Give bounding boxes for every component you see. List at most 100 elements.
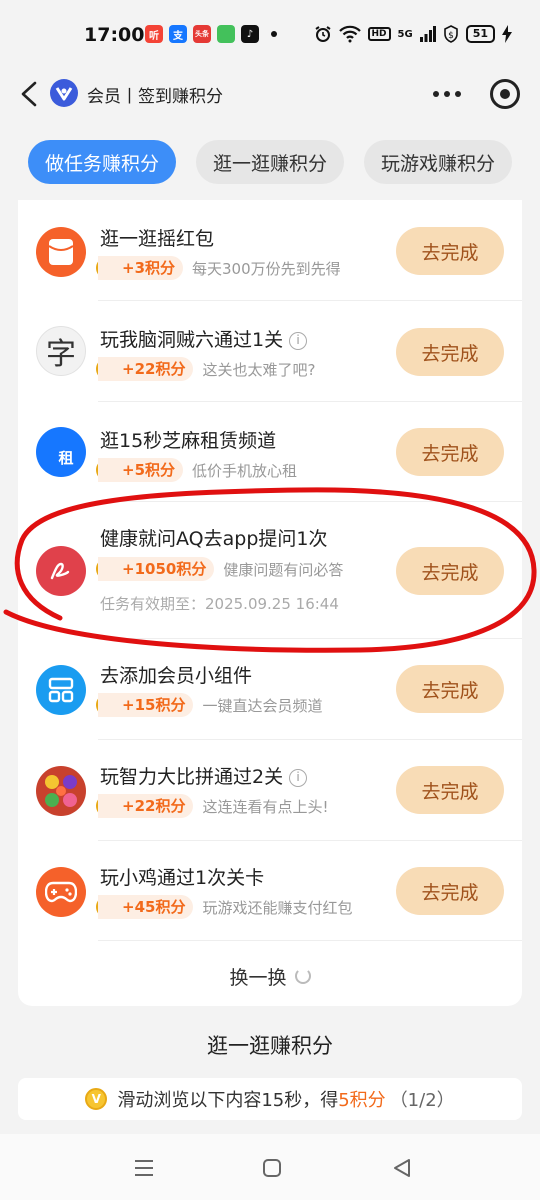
network-type: 5G xyxy=(397,28,413,40)
word-puzzle-icon: 字 xyxy=(36,326,86,376)
back-triangle-icon xyxy=(394,1159,410,1177)
task-tabs: 做任务赚积分 逛一逛赚积分 玩游戏赚积分 xyxy=(0,140,540,186)
task-reward: V +5积分 低价手机放心租 xyxy=(96,458,297,482)
task-desc: 每天300万份先到先得 xyxy=(192,259,341,278)
refresh-button[interactable]: 换一换 xyxy=(18,956,522,996)
more-dot xyxy=(433,91,439,97)
shield-icon: $ xyxy=(443,25,458,43)
task-points: +3积分 xyxy=(98,256,184,280)
complete-button[interactable]: 去完成 xyxy=(396,665,504,713)
task-desc: 玩游戏还能赚支付红包 xyxy=(202,898,353,917)
charging-icon xyxy=(502,25,512,43)
app-icon-red: 听 xyxy=(145,25,163,43)
refresh-icon xyxy=(294,968,311,984)
battery-level: 51 xyxy=(465,25,495,43)
task-points: +22积分 xyxy=(98,794,194,818)
task-reward: V +45积分 玩游戏还能赚支付红包 xyxy=(96,895,352,919)
task-reward: V +3积分 每天300万份先到先得 xyxy=(96,256,341,280)
widget-icon xyxy=(36,665,86,715)
browse-prefix: 滑动浏览以下内容15秒，得 xyxy=(117,1090,339,1111)
task-title: 健康就问AQ去app提问1次 xyxy=(100,528,328,550)
alarm-icon xyxy=(314,26,331,42)
back-button[interactable] xyxy=(16,80,44,108)
browse-task-bar[interactable]: V 滑动浏览以下内容15秒，得 5积分 （1/2） xyxy=(18,1078,522,1120)
task-desc: 这连连看有点上头! xyxy=(202,797,329,816)
browse-points: 5积分 xyxy=(338,1090,386,1111)
info-icon[interactable]: i xyxy=(289,332,308,350)
task-row: 租 逛15秒芝麻租赁频道 V +5积分 低价手机放心租 去完成 xyxy=(18,402,522,502)
task-title: 玩我脑洞贼六通过1关 i xyxy=(100,325,308,352)
status-bar: 17:00 听 支 头条 ♪ HD 5G $ 51 xyxy=(0,0,540,70)
task-points: +15积分 xyxy=(98,693,194,717)
task-reward: V +22积分 这关也太难了吧? xyxy=(96,357,315,381)
complete-button[interactable]: 去完成 xyxy=(396,227,504,275)
menu-icon xyxy=(135,1160,153,1176)
task-points: +1050积分 xyxy=(98,557,215,581)
chevron-left-icon xyxy=(21,81,37,107)
task-points: +22积分 xyxy=(98,357,194,381)
health-aq-icon xyxy=(36,546,86,596)
complete-button[interactable]: 去完成 xyxy=(396,766,504,814)
info-icon[interactable]: i xyxy=(289,769,308,787)
close-miniapp-button[interactable] xyxy=(490,79,520,109)
status-right: HD 5G $ 51 xyxy=(314,25,512,43)
more-notifications-dot xyxy=(271,31,277,37)
task-reward: V +22积分 这连连看有点上头! xyxy=(96,794,328,818)
task-title: 逛一逛摇红包 xyxy=(100,228,215,250)
complete-button[interactable]: 去完成 xyxy=(396,328,504,376)
alipay-icon: 支 xyxy=(169,25,187,43)
task-row: 逛一逛摇红包 V +3积分 每天300万份先到先得 去完成 xyxy=(18,200,522,301)
tab-tasks[interactable]: 做任务赚积分 xyxy=(28,140,176,184)
red-envelope-icon xyxy=(36,227,86,277)
page-title: 会员丨签到赚积分 xyxy=(87,87,223,107)
more-dot xyxy=(455,91,461,97)
task-list-card: 逛一逛摇红包 V +3积分 每天300万份先到先得 去完成 字 玩我脑洞贼六通过… xyxy=(18,200,522,1006)
task-row: 字 玩我脑洞贼六通过1关i V +22积分 这关也太难了吧? 去完成 xyxy=(18,301,522,402)
tab-games[interactable]: 玩游戏赚积分 xyxy=(364,140,512,184)
task-row: 玩智力大比拼通过2关i V +22积分 这连连看有点上头! 去完成 xyxy=(18,740,522,841)
task-row-highlighted: 健康就问AQ去app提问1次 V +1050积分 健康问题有问必答 任务有效期至… xyxy=(18,502,522,639)
more-dot xyxy=(444,91,450,97)
task-desc: 一键直达会员频道 xyxy=(202,696,323,715)
task-reward: V +15积分 一键直达会员频道 xyxy=(96,693,322,717)
system-nav-bar xyxy=(0,1134,540,1200)
more-button[interactable] xyxy=(430,80,464,108)
complete-button[interactable]: 去完成 xyxy=(396,547,504,595)
task-expiry: 任务有效期至：2025.09.25 16:44 xyxy=(100,595,339,613)
task-points: +5积分 xyxy=(98,458,184,482)
wifi-icon xyxy=(338,25,361,43)
task-title: 玩小鸡通过1次关卡 xyxy=(100,867,265,889)
task-row: 去添加会员小组件 V +15积分 一键直达会员频道 去完成 xyxy=(18,639,522,740)
home-nav-button[interactable] xyxy=(258,1154,286,1182)
home-icon xyxy=(263,1159,281,1177)
task-reward: V +1050积分 健康问题有问必答 xyxy=(96,557,343,581)
menu-nav-button[interactable] xyxy=(130,1154,158,1182)
member-logo-icon xyxy=(50,79,78,107)
task-desc: 健康问题有问必答 xyxy=(223,560,344,579)
task-desc: 这关也太难了吧? xyxy=(202,360,316,379)
fruit-match-icon xyxy=(36,766,86,816)
task-desc: 低价手机放心租 xyxy=(192,461,298,480)
coin-icon: V xyxy=(85,1088,108,1110)
section-title: 逛一逛赚积分 xyxy=(207,1034,333,1058)
task-title: 去添加会员小组件 xyxy=(100,665,253,687)
task-title: 逛15秒芝麻租赁频道 xyxy=(100,430,277,452)
task-row: 玩小鸡通过1次关卡 V +45积分 玩游戏还能赚支付红包 去完成 xyxy=(18,841,522,941)
title-bar: 会员丨签到赚积分 xyxy=(0,70,540,118)
message-icon xyxy=(217,25,235,43)
game-controller-icon xyxy=(36,867,86,917)
status-time: 17:00 xyxy=(84,24,145,46)
tab-browse[interactable]: 逛一逛赚积分 xyxy=(196,140,344,184)
complete-button[interactable]: 去完成 xyxy=(396,428,504,476)
toutiao-icon: 头条 xyxy=(193,25,211,43)
tiktok-icon: ♪ xyxy=(241,25,259,43)
refresh-label: 换一换 xyxy=(229,966,287,989)
hd-icon: HD xyxy=(367,27,391,41)
browse-progress: （1/2） xyxy=(389,1090,455,1111)
back-nav-button[interactable] xyxy=(388,1154,416,1182)
target-icon xyxy=(500,89,510,99)
divider xyxy=(98,940,522,941)
task-title: 玩智力大比拼通过2关 i xyxy=(100,762,308,789)
notification-icons: 听 支 头条 ♪ xyxy=(145,25,277,43)
complete-button[interactable]: 去完成 xyxy=(396,867,504,915)
